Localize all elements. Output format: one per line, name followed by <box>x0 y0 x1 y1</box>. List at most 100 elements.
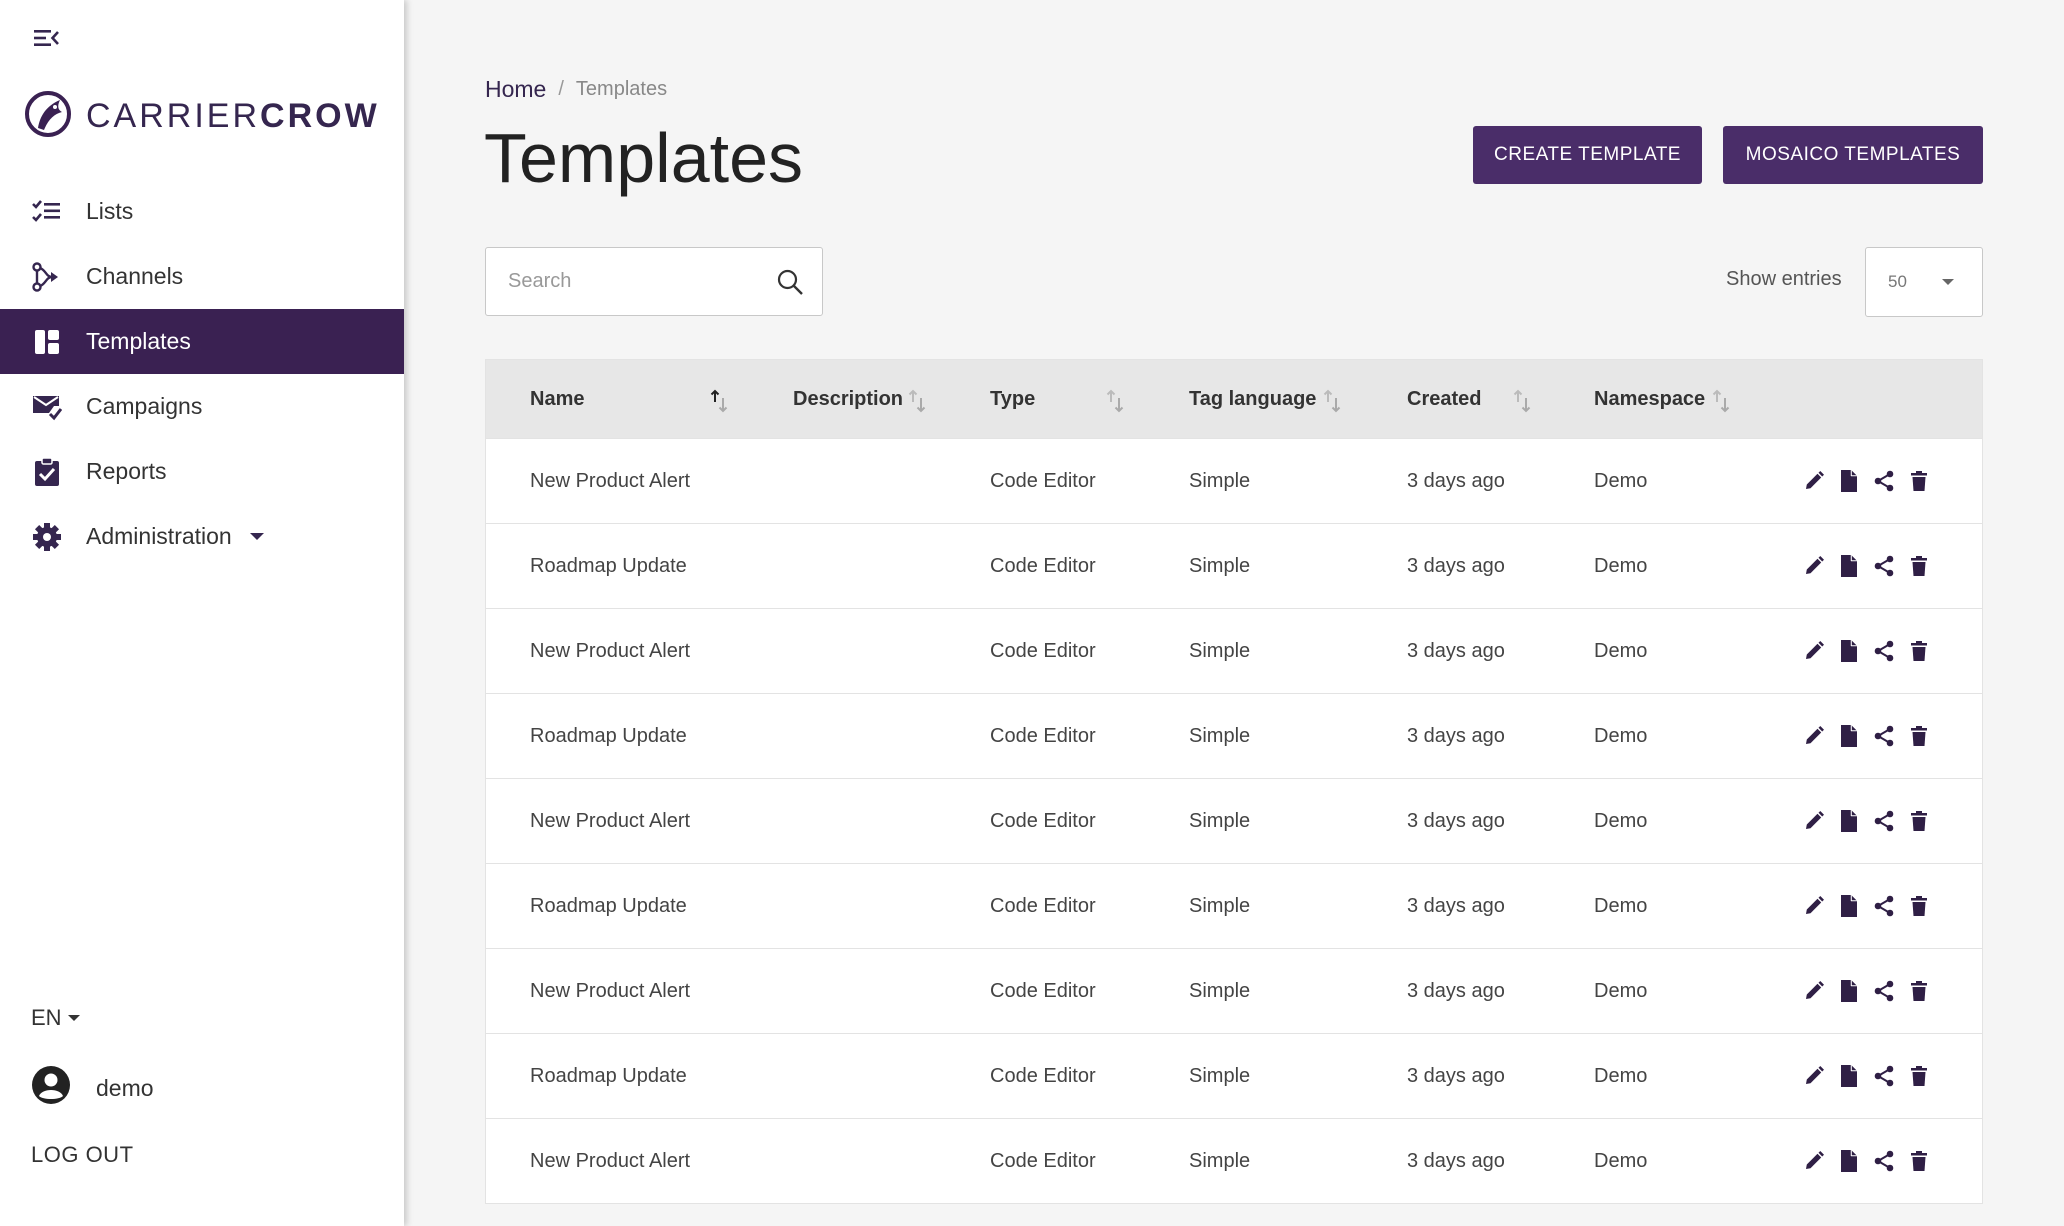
share-icon[interactable] <box>1866 1061 1901 1091</box>
edit-icon[interactable] <box>1796 1146 1831 1176</box>
logo[interactable]: CARRIERCROW <box>24 90 380 143</box>
table-row[interactable]: Roadmap Update Code Editor Simple 3 days… <box>486 523 1982 608</box>
share-icon[interactable] <box>1866 551 1901 581</box>
duplicate-icon[interactable] <box>1831 1146 1866 1176</box>
duplicate-icon[interactable] <box>1831 721 1866 751</box>
delete-icon[interactable] <box>1901 891 1936 921</box>
search-box <box>485 247 823 316</box>
duplicate-icon[interactable] <box>1831 806 1866 836</box>
sort-icon[interactable] <box>1711 388 1731 414</box>
logout-button[interactable]: LOG OUT <box>31 1142 134 1168</box>
language-selector[interactable]: EN <box>31 1005 80 1031</box>
column-header-description[interactable]: Description <box>793 360 903 438</box>
share-icon[interactable] <box>1866 636 1901 666</box>
create-template-button[interactable]: CREATE TEMPLATE <box>1473 126 1702 184</box>
column-header-name[interactable]: Name <box>530 360 584 438</box>
cell-name: Roadmap Update <box>530 1065 687 1087</box>
user-profile[interactable]: demo <box>32 1066 154 1110</box>
table-row[interactable]: Roadmap Update Code Editor Simple 3 days… <box>486 863 1982 948</box>
cell-name: New Product Alert <box>530 470 691 492</box>
delete-icon[interactable] <box>1901 551 1936 581</box>
cell-type: Code Editor <box>990 810 1096 832</box>
edit-icon[interactable] <box>1796 891 1831 921</box>
table-row[interactable]: New Product Alert Code Editor Simple 3 d… <box>486 948 1982 1033</box>
delete-icon[interactable] <box>1901 721 1936 751</box>
edit-icon[interactable] <box>1796 1061 1831 1091</box>
sort-icon[interactable] <box>1105 388 1125 414</box>
language-label: EN <box>31 1005 62 1030</box>
edit-icon[interactable] <box>1796 976 1831 1006</box>
sort-icon[interactable] <box>907 388 927 414</box>
share-icon[interactable] <box>1866 721 1901 751</box>
cell-created: 3 days ago <box>1407 895 1505 917</box>
delete-icon[interactable] <box>1901 636 1936 666</box>
breadcrumb-home-link[interactable]: Home <box>485 76 546 103</box>
entries-select[interactable]: 50 <box>1865 247 1983 317</box>
sort-icon[interactable] <box>1322 388 1342 414</box>
share-icon[interactable] <box>1866 806 1901 836</box>
row-actions <box>1796 551 1936 581</box>
brand-name: CARRIERCROW <box>86 97 380 136</box>
sidebar-item-label: Campaigns <box>86 393 203 419</box>
delete-icon[interactable] <box>1901 466 1936 496</box>
sidebar-nav: Lists Channels Templates Campaigns Repor… <box>0 179 404 569</box>
edit-icon[interactable] <box>1796 551 1831 581</box>
chevron-down-icon <box>249 533 264 540</box>
share-icon[interactable] <box>1866 976 1901 1006</box>
duplicate-icon[interactable] <box>1831 976 1866 1006</box>
table-row[interactable]: New Product Alert Code Editor Simple 3 d… <box>486 438 1982 523</box>
delete-icon[interactable] <box>1901 1146 1936 1176</box>
search-input[interactable] <box>508 270 758 293</box>
share-icon[interactable] <box>1866 891 1901 921</box>
edit-icon[interactable] <box>1796 636 1831 666</box>
duplicate-icon[interactable] <box>1831 891 1866 921</box>
sidebar-item-channels[interactable]: Channels <box>0 244 404 309</box>
edit-icon[interactable] <box>1796 806 1831 836</box>
mosaico-templates-button[interactable]: MOSAICO TEMPLATES <box>1723 126 1983 184</box>
sidebar-item-lists[interactable]: Lists <box>0 179 404 244</box>
duplicate-icon[interactable] <box>1831 1061 1866 1091</box>
duplicate-icon[interactable] <box>1831 636 1866 666</box>
table-header: Name Description Type Tag language Creat… <box>486 360 1982 438</box>
sidebar-item-administration[interactable]: Administration <box>0 504 404 569</box>
sort-icon[interactable] <box>1512 388 1532 414</box>
delete-icon[interactable] <box>1901 976 1936 1006</box>
breadcrumb-separator: / <box>558 78 564 100</box>
entries-value: 50 <box>1888 272 1907 291</box>
table-row[interactable]: Roadmap Update Code Editor Simple 3 days… <box>486 1033 1982 1118</box>
cell-tag-language: Simple <box>1189 895 1251 917</box>
cell-created: 3 days ago <box>1407 640 1505 662</box>
sort-asc-icon[interactable] <box>709 388 729 414</box>
sidebar-item-templates[interactable]: Templates <box>0 309 404 374</box>
table-row[interactable]: New Product Alert Code Editor Simple 3 d… <box>486 778 1982 863</box>
edit-icon[interactable] <box>1796 466 1831 496</box>
cell-tag-language: Simple <box>1189 810 1251 832</box>
duplicate-icon[interactable] <box>1831 466 1866 496</box>
sidebar-item-label: Templates <box>86 328 191 354</box>
cell-type: Code Editor <box>990 1065 1096 1087</box>
menu-collapse-icon[interactable] <box>32 26 60 50</box>
share-icon[interactable] <box>1866 1146 1901 1176</box>
delete-icon[interactable] <box>1901 1061 1936 1091</box>
sidebar-item-label: Lists <box>86 198 134 224</box>
search-icon[interactable] <box>776 268 804 301</box>
share-icon[interactable] <box>1866 466 1901 496</box>
column-header-namespace[interactable]: Namespace <box>1594 360 1705 438</box>
cell-tag-language: Simple <box>1189 640 1251 662</box>
column-header-label: Type <box>990 387 1036 410</box>
cell-name: New Product Alert <box>530 810 691 832</box>
brand-name-light: CARRIER <box>86 97 261 135</box>
edit-icon[interactable] <box>1796 721 1831 751</box>
table-row[interactable]: New Product Alert Code Editor Simple 3 d… <box>486 1118 1982 1203</box>
delete-icon[interactable] <box>1901 806 1936 836</box>
sidebar-item-reports[interactable]: Reports <box>0 439 404 504</box>
cell-name: New Product Alert <box>530 640 691 662</box>
table-row[interactable]: Roadmap Update Code Editor Simple 3 days… <box>486 693 1982 778</box>
duplicate-icon[interactable] <box>1831 551 1866 581</box>
column-header-label: Name <box>530 387 585 410</box>
column-header-created[interactable]: Created <box>1407 360 1481 438</box>
sidebar-item-campaigns[interactable]: Campaigns <box>0 374 404 439</box>
table-row[interactable]: New Product Alert Code Editor Simple 3 d… <box>486 608 1982 693</box>
column-header-type[interactable]: Type <box>990 360 1035 438</box>
column-header-tag-language[interactable]: Tag language <box>1189 360 1316 438</box>
